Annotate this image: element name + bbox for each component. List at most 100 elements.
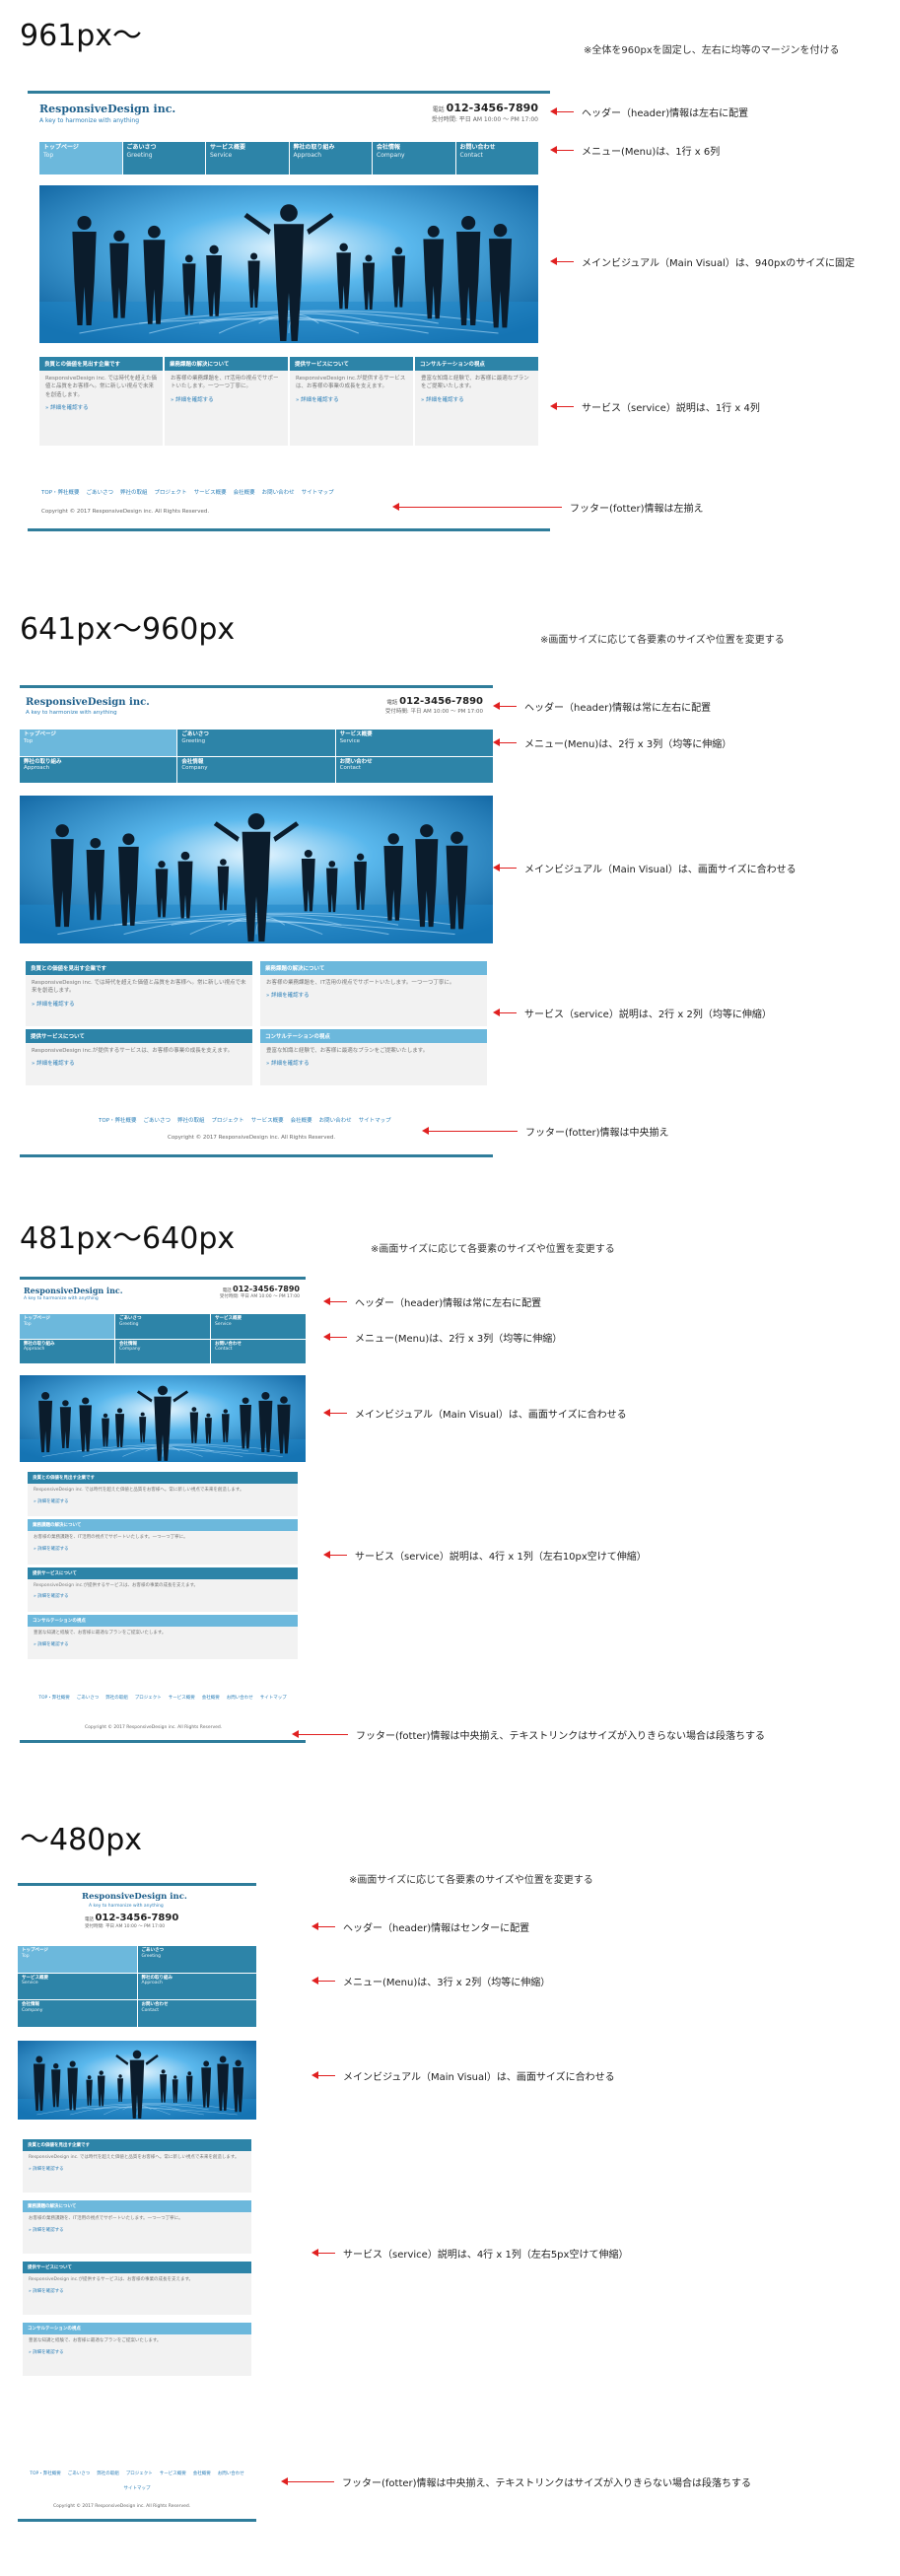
service-detail-link[interactable]: » 詳細を確認する [28, 1641, 298, 1651]
menu-item-top[interactable]: トップページ Top [39, 142, 122, 174]
menu-item-greeting[interactable]: ごあいさつ Greeting [122, 142, 205, 174]
service-card: 良質との価値を見出す企業です ResponsiveDesign inc. では時代… [23, 2139, 251, 2193]
footer-link[interactable]: 弊社の取組 [120, 489, 148, 499]
red-arrow-icon [312, 2249, 335, 2257]
footer-link[interactable]: プロジェクト [126, 2471, 153, 2478]
service-card-text: 豊富な知識と経験で、お客様に最適なプランをご提案いたします。 [266, 1047, 429, 1054]
footer-link[interactable]: お問い合わせ [227, 1695, 253, 1703]
service-detail-link[interactable]: » 詳細を確認する [260, 1059, 487, 1071]
footer-link[interactable]: 弊社の取組 [105, 1695, 128, 1703]
menu-item-approach[interactable]: 弊社の取り組み Approach [20, 756, 177, 783]
footer-link[interactable]: ごあいさつ [144, 1117, 172, 1127]
footer-link[interactable]: サイトマップ [124, 2485, 151, 2493]
menu-item-company[interactable]: 会社情報 Company [18, 2000, 137, 2027]
footer-link[interactable]: 会社概要 [202, 1695, 220, 1703]
service-detail-link[interactable]: » 詳細を確認する [23, 2349, 251, 2359]
service-card: 業務課題の解決について お客様の業務課題を、IT活用の視点でサポートいたします。一… [28, 1519, 298, 1565]
service-detail-link[interactable]: » 詳細を確認する [28, 1498, 298, 1508]
menu-item-sublabel: Contact [215, 1347, 233, 1353]
service-detail-link[interactable]: » 詳細を確認する [23, 2227, 251, 2237]
service-card: コンサルテーションの視点 豊富な知識と経験で、お客様に最適なプランをご提案いたしま… [415, 357, 538, 446]
logo[interactable]: ResponsiveDesign inc. [39, 103, 175, 115]
menu-item-company[interactable]: 会社情報 Company [373, 142, 455, 174]
menu-item-service[interactable]: サービス概要 Service [211, 1314, 306, 1339]
logo[interactable]: ResponsiveDesign inc. [82, 1892, 187, 1902]
menu-item-approach[interactable]: 弊社の取り組み Approach [20, 1339, 114, 1363]
footer-link[interactable]: お問い合わせ [319, 1117, 352, 1127]
service-detail-link[interactable]: » 詳細を確認する [39, 403, 163, 415]
footer-link[interactable]: サイトマップ [359, 1117, 391, 1127]
menu-item-contact[interactable]: お問い合わせ Contact [455, 142, 538, 174]
service-detail-link[interactable]: » 詳細を確認する [165, 395, 288, 407]
menu-item-greeting[interactable]: ごあいさつ Greeting [177, 730, 335, 756]
tel-number[interactable]: 012-3456-7890 [447, 102, 538, 114]
service-detail-link[interactable]: » 詳細を確認する [415, 395, 538, 407]
menu-item-service[interactable]: サービス概要 Service [206, 142, 289, 174]
footer-link[interactable]: TOP・弊社概要 [99, 1117, 137, 1127]
menu-item-contact[interactable]: お問い合わせ Contact [211, 1339, 306, 1363]
footer-link[interactable]: プロジェクト [155, 489, 187, 499]
footer-link[interactable]: TOP・弊社概要 [30, 2471, 61, 2478]
menu-item-greeting[interactable]: ごあいさつ Greeting [137, 1946, 256, 1973]
footer-link[interactable]: サービス概要 [160, 2471, 186, 2478]
service-detail-link[interactable]: » 詳細を確認する [290, 395, 413, 407]
main-visual [18, 2041, 256, 2120]
footer-link[interactable]: サービス概要 [251, 1117, 284, 1127]
service-detail-link[interactable]: » 詳細を確認する [23, 2288, 251, 2298]
menu-item-service[interactable]: サービス概要 Service [18, 1973, 137, 2000]
footer-link[interactable]: お問い合わせ [218, 2471, 244, 2478]
footer-link[interactable]: お問い合わせ [262, 489, 295, 499]
menu-item-contact[interactable]: お問い合わせ Contact [137, 2000, 256, 2027]
service-card-text: お客様の業務課題を、IT活用の視点でサポートいたします。一つ一つ丁寧に。 [171, 376, 279, 390]
footer-link[interactable]: 弊社の取組 [177, 1117, 205, 1127]
service-card-text: ResponsiveDesign inc. では時代を超えた価値と品質をお客様へ… [34, 1488, 244, 1493]
service-detail-link[interactable]: » 詳細を確認する [26, 1059, 252, 1071]
menu-item-contact[interactable]: お問い合わせ Contact [335, 756, 493, 783]
service-detail-link[interactable]: » 詳細を確認する [260, 991, 487, 1003]
menu-item-company[interactable]: 会社情報 Company [115, 1339, 210, 1363]
menu-item-top[interactable]: トップページ Top [20, 1314, 114, 1339]
menu-item-top[interactable]: トップページ Top [20, 730, 177, 756]
service-section: 良質との価値を見出す企業です ResponsiveDesign inc. では時代… [23, 2139, 251, 2376]
tel-number[interactable]: 012-3456-7890 [233, 1285, 300, 1293]
service-detail-link[interactable]: » 詳細を確認する [26, 1000, 252, 1011]
menu-item-service[interactable]: サービス概要 Service [335, 730, 493, 756]
footer-link[interactable]: ごあいさつ [68, 2471, 91, 2478]
service-detail-link[interactable]: » 詳細を確認する [28, 1546, 298, 1556]
menu-item-company[interactable]: 会社情報 Company [177, 756, 335, 783]
footer-link[interactable]: ごあいさつ [87, 489, 114, 499]
footer-link[interactable]: 会社概要 [193, 2471, 211, 2478]
menu-item-sublabel: Approach [24, 1347, 45, 1353]
menu-item-approach[interactable]: 弊社の取り組み Approach [137, 1973, 256, 2000]
footer-link[interactable]: TOP・弊社概要 [38, 1695, 70, 1703]
footer-link[interactable]: ごあいさつ [77, 1695, 100, 1703]
footer-link[interactable]: 弊社の取組 [97, 2471, 119, 2478]
logo[interactable]: ResponsiveDesign inc. [24, 1286, 123, 1295]
footer-link[interactable]: プロジェクト [212, 1117, 244, 1127]
footer-link[interactable]: 会社概要 [234, 489, 255, 499]
menu-item-greeting[interactable]: ごあいさつ Greeting [115, 1314, 210, 1339]
footer-link[interactable]: サービス概要 [169, 1695, 195, 1703]
tel-number[interactable]: 012-3456-7890 [95, 1913, 178, 1923]
footer-link[interactable]: サイトマップ [302, 489, 334, 499]
menu-item-label: トップページ [43, 144, 79, 151]
service-card-title: 良質との価値を見出す企業です [26, 961, 252, 975]
service-section: 良質との価値を見出す企業です ResponsiveDesign inc. では時代… [39, 357, 538, 446]
service-card-title: 提供サービスについて [28, 1566, 298, 1579]
menu-item-top[interactable]: トップページ Top [18, 1946, 137, 1973]
service-detail-link[interactable]: » 詳細を確認する [23, 2166, 251, 2176]
footer-link[interactable]: 会社概要 [291, 1117, 312, 1127]
service-card-title: 業務課題の解決について [28, 1519, 298, 1532]
service-card-title: 業務課題の解決について [23, 2200, 251, 2212]
footer-link[interactable]: プロジェクト [135, 1695, 162, 1703]
footer-link[interactable]: TOP・弊社概要 [41, 489, 80, 499]
service-detail-link[interactable]: » 詳細を確認する [28, 1593, 298, 1603]
tel-number[interactable]: 012-3456-7890 [399, 696, 483, 707]
logo[interactable]: ResponsiveDesign inc. [26, 697, 150, 708]
footer-link[interactable]: サイトマップ [260, 1695, 287, 1703]
service-card: コンサルテーションの視点 豊富な知識と経験で、お客様に最適なプランをご提案いたしま… [23, 2323, 251, 2376]
footer-link[interactable]: サービス概要 [194, 489, 227, 499]
red-arrow-icon [323, 1409, 347, 1417]
annotation-service: サービス（service）説明は、2行 x 2列（均等に伸縮） [493, 1006, 772, 1020]
menu-item-approach[interactable]: 弊社の取り組み Approach [289, 142, 372, 174]
